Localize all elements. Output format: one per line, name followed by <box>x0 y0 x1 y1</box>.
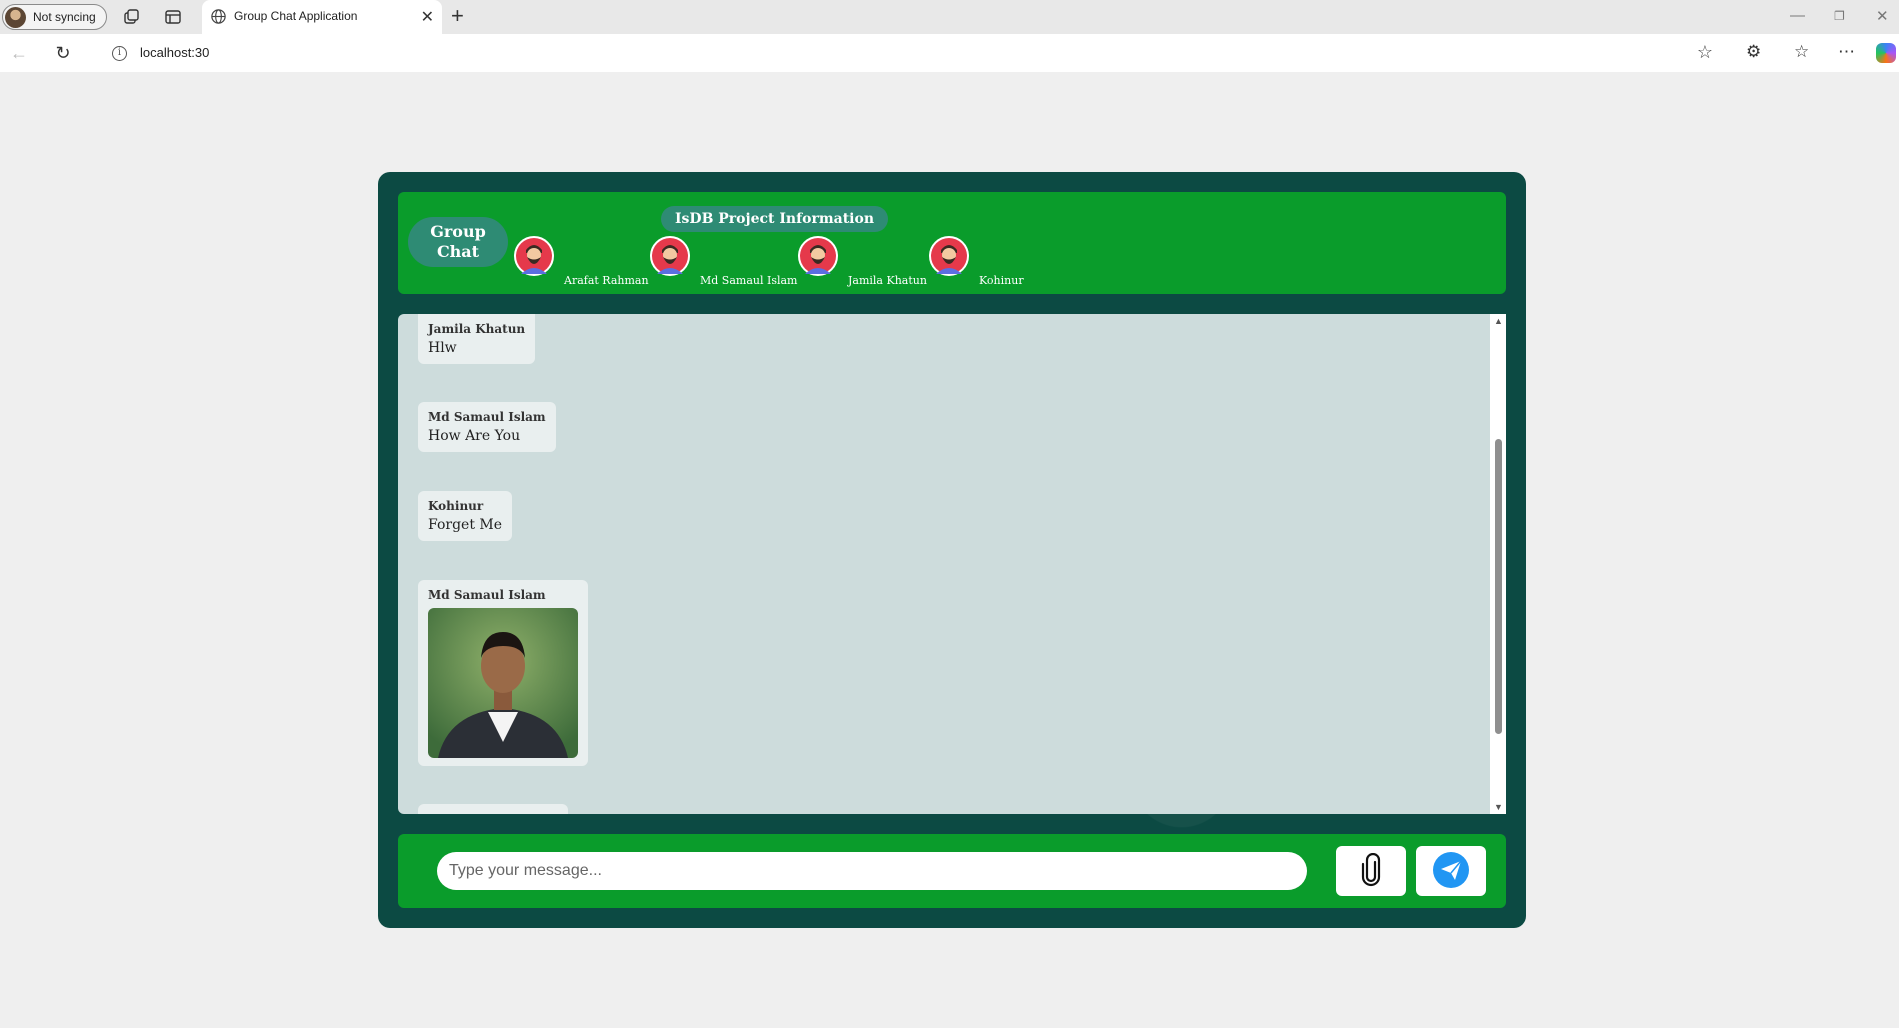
member-name: Arafat Rahman <box>564 274 649 287</box>
url-text: localhost:30 <box>140 45 210 60</box>
new-tab-icon[interactable]: + <box>451 4 464 28</box>
workspaces-icon[interactable] <box>122 8 140 26</box>
chat-app: Group Chat IsDB Project Information Araf… <box>378 172 1526 928</box>
chat-scrollbar[interactable]: ▲ ▼ <box>1490 314 1506 814</box>
restore-icon[interactable]: ❐ <box>1834 9 1845 23</box>
message-bubble: Md Samaul Islam <box>418 580 588 766</box>
minimize-icon[interactable]: — <box>1790 7 1805 24</box>
message-text: Forget Me <box>428 517 503 533</box>
member-name: Kohinur <box>979 274 1024 287</box>
scroll-down-arrow-icon[interactable]: ▼ <box>1494 802 1503 812</box>
copilot-icon[interactable] <box>1876 43 1896 63</box>
member-avatar-icon <box>650 236 690 276</box>
project-title: IsDB Project Information <box>661 206 889 232</box>
profile-avatar <box>5 7 26 28</box>
attach-button[interactable] <box>1336 846 1406 896</box>
message-sender: Md Samaul Islam <box>428 410 546 424</box>
url-field[interactable]: i localhost:30 ☆ <box>92 38 1725 68</box>
member-name: Jamila Khatun <box>848 274 927 287</box>
extensions-icon[interactable]: ⚙ <box>1746 42 1761 62</box>
address-bar-row: ← ↻ i localhost:30 ☆ ⚙ ☆ ⋯ <box>0 34 1899 72</box>
message-photo[interactable] <box>428 608 578 758</box>
browser-tab-bar: Not syncing Group Chat Application ✕ + —… <box>0 0 1899 34</box>
site-info-icon[interactable]: i <box>112 46 127 61</box>
profile-button[interactable]: Not syncing <box>2 4 107 30</box>
close-tab-icon[interactable]: ✕ <box>421 7 434 27</box>
globe-icon <box>211 9 226 24</box>
send-icon <box>1433 851 1469 888</box>
message-sender: Kohinur <box>428 499 484 513</box>
member-avatar-icon <box>929 236 969 276</box>
more-menu-icon[interactable]: ⋯ <box>1838 42 1855 62</box>
message-list[interactable]: Jamila Khatun Hlw Md Samaul Islam How Ar… <box>398 314 1506 814</box>
message-bubble: Md Samaul Islam How Are You <box>418 402 556 452</box>
favorite-star-icon[interactable]: ☆ <box>1697 42 1713 63</box>
window-close-icon[interactable]: ✕ <box>1876 7 1889 25</box>
group-chat-title: Group Chat <box>408 217 508 267</box>
reload-icon[interactable]: ↻ <box>52 42 74 64</box>
chat-header: Group Chat IsDB Project Information Araf… <box>398 192 1506 294</box>
message-bubble-partial <box>418 804 568 814</box>
tab-actions-icon[interactable] <box>164 8 182 26</box>
message-sender: Jamila Khatun <box>428 322 526 336</box>
scroll-thumb[interactable] <box>1495 439 1502 734</box>
member-name: Md Samaul Islam <box>700 274 798 287</box>
member-avatar-icon <box>514 236 554 276</box>
message-sender: Md Samaul Islam <box>428 588 546 602</box>
message-bubble: Jamila Khatun Hlw <box>418 314 536 364</box>
profile-label: Not syncing <box>33 10 96 24</box>
tab-title: Group Chat Application <box>234 9 358 23</box>
message-text: Hlw <box>428 340 457 356</box>
message-input[interactable] <box>437 852 1307 890</box>
message-composer <box>398 834 1506 908</box>
send-button[interactable] <box>1416 846 1486 896</box>
scroll-up-arrow-icon[interactable]: ▲ <box>1494 316 1503 326</box>
favorites-icon[interactable]: ☆ <box>1794 42 1809 62</box>
member-avatar-icon <box>798 236 838 276</box>
paperclip-icon <box>1361 852 1381 886</box>
back-icon[interactable]: ← <box>8 42 30 64</box>
message-text: How Are You <box>428 428 521 444</box>
active-tab[interactable]: Group Chat Application ✕ <box>202 0 442 34</box>
message-bubble: Kohinur Forget Me <box>418 491 513 541</box>
